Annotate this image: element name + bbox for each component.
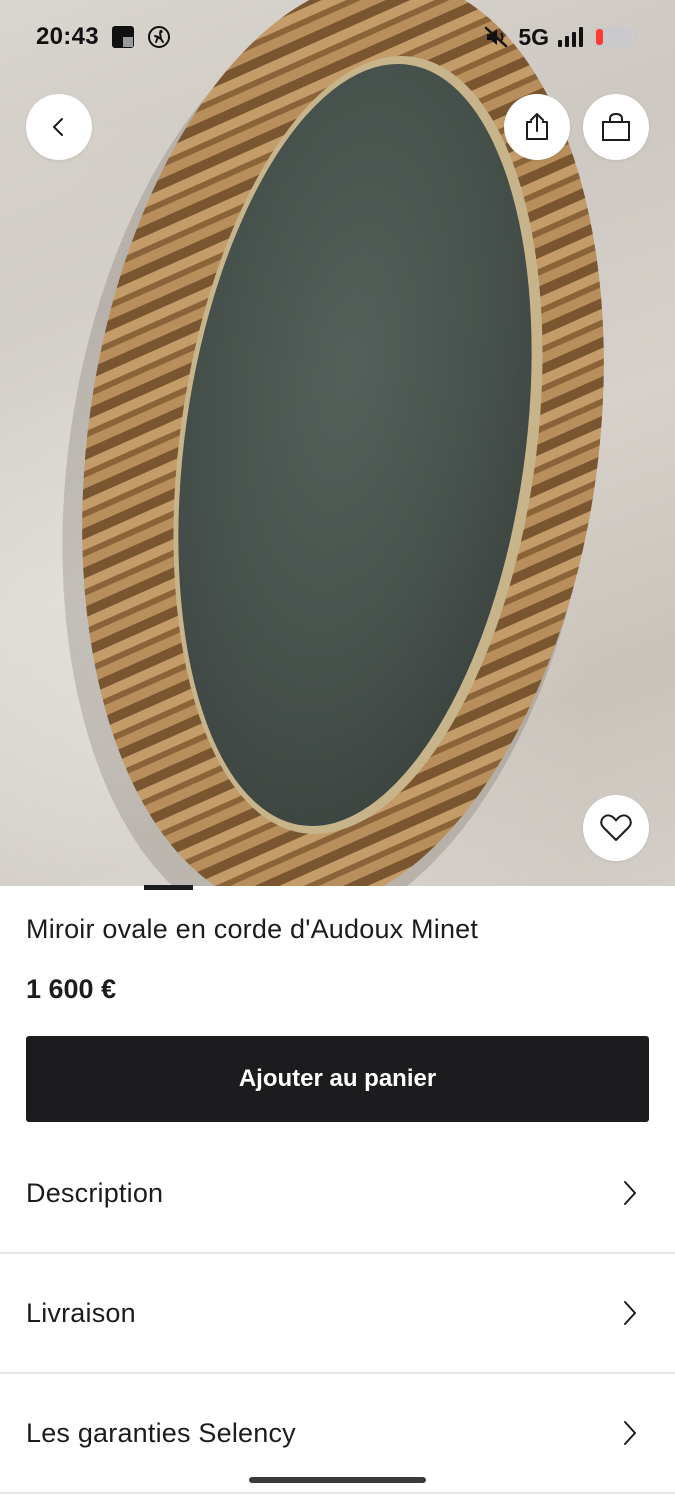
mute-icon <box>484 25 510 49</box>
status-time: 20:43 <box>36 23 99 50</box>
section-label: Les garanties Selency <box>26 1417 296 1448</box>
product-title: Miroir ovale en corde d'Audoux Minet <box>26 914 479 944</box>
favorite-button[interactable] <box>583 795 649 861</box>
battery-low-icon <box>593 25 639 49</box>
flipboard-app-icon <box>111 25 135 49</box>
heart-icon <box>600 814 632 841</box>
share-button[interactable] <box>504 94 570 160</box>
carousel-indicator <box>144 885 193 890</box>
product-image[interactable] <box>0 0 675 886</box>
chevron-right-icon <box>624 1421 636 1445</box>
activity-app-icon <box>147 25 171 49</box>
section-label: Livraison <box>26 1297 136 1328</box>
section-description[interactable]: Description <box>0 1134 675 1254</box>
chevron-right-icon <box>624 1181 636 1205</box>
share-icon <box>526 113 548 140</box>
home-indicator[interactable] <box>249 1477 426 1483</box>
product-price: 1 600 € <box>26 974 117 1004</box>
back-button[interactable] <box>26 94 92 160</box>
back-icon <box>53 118 63 136</box>
section-garanties[interactable]: Les garanties Selency <box>0 1374 675 1494</box>
shopping-bag-icon <box>602 112 630 141</box>
status-bar: 20:43 5G <box>0 0 675 74</box>
section-label: Description <box>26 1177 164 1208</box>
chevron-right-icon <box>624 1301 636 1325</box>
section-livraison[interactable]: Livraison <box>0 1254 675 1374</box>
rope-mirror-illustration <box>62 0 604 886</box>
add-to-cart-button[interactable]: Ajouter au panier <box>26 1036 649 1122</box>
network-type: 5G <box>518 23 549 50</box>
cart-button[interactable] <box>583 94 649 160</box>
signal-icon <box>557 26 585 48</box>
